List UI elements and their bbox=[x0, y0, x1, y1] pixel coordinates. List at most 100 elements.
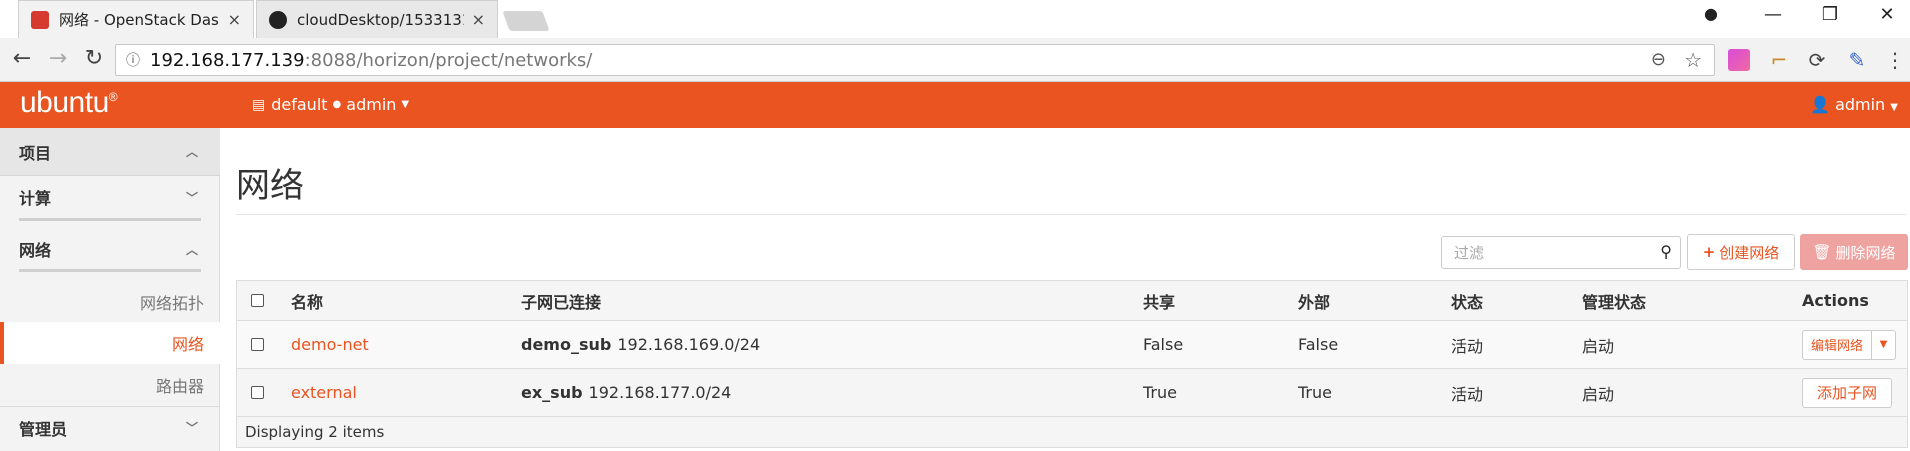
domain-icon: ▤ bbox=[252, 96, 266, 113]
user-menu[interactable]: 👤 admin ▼ bbox=[1810, 95, 1898, 114]
delete-network-button[interactable]: 🗑 删除网络 bbox=[1800, 234, 1908, 270]
zoom-icon[interactable]: ⊖ bbox=[1651, 49, 1666, 70]
create-network-label: 创建网络 bbox=[1719, 243, 1780, 262]
sidebar-divider bbox=[19, 218, 201, 221]
sidebar-item-label: 网络 bbox=[171, 335, 204, 354]
admin-state-value: 启动 bbox=[1582, 336, 1615, 356]
edit-network-button[interactable]: 编辑网络 bbox=[1802, 329, 1872, 360]
openstack-favicon-icon bbox=[31, 10, 49, 29]
url-path: :8088/horizon/project/networks/ bbox=[304, 49, 593, 71]
subnet-cell: ex_sub 192.168.177.0/24 bbox=[521, 369, 731, 416]
info-icon[interactable]: ⓘ bbox=[116, 50, 150, 70]
table-footer: Displaying 2 items bbox=[237, 417, 1907, 447]
url-input[interactable]: ⓘ 192.168.177.139:8088/horizon/project/n… bbox=[115, 44, 1715, 76]
subnet-name: ex_sub bbox=[521, 383, 583, 402]
extension-sync-icon[interactable]: ⟳ bbox=[1806, 49, 1828, 71]
row-checkbox[interactable] bbox=[251, 369, 264, 416]
extension-dropper-icon[interactable]: ✎ bbox=[1846, 49, 1868, 71]
table-header: 名称 子网已连接 共享 外部 状态 管理状态 Actions bbox=[237, 281, 1907, 321]
chevron-up-icon: ︿ bbox=[185, 145, 198, 159]
chevron-down-icon: ﹀ bbox=[185, 421, 198, 435]
sidebar-item-label: 路由器 bbox=[155, 377, 204, 396]
subnet-cell: demo_sub 192.168.169.0/24 bbox=[521, 321, 760, 368]
domain-name: default bbox=[271, 95, 328, 114]
subnet-name: demo_sub bbox=[521, 335, 612, 354]
admin-state-value: 启动 bbox=[1582, 384, 1615, 404]
maximize-button[interactable]: ❐ bbox=[1815, 4, 1845, 25]
back-arrow-icon[interactable]: ← bbox=[8, 47, 36, 71]
network-name-link[interactable]: demo-net bbox=[291, 321, 369, 368]
column-header-name[interactable]: 名称 bbox=[291, 281, 323, 320]
networks-table: 名称 子网已连接 共享 外部 状态 管理状态 Actions demo-net … bbox=[236, 280, 1908, 448]
search-icon[interactable]: ⚲ bbox=[1660, 242, 1672, 261]
sidebar-section-compute[interactable]: 计算 ﹀ bbox=[0, 176, 220, 218]
select-all-checkbox[interactable] bbox=[251, 281, 264, 320]
plus-icon: + bbox=[1702, 243, 1716, 261]
network-name-link[interactable]: external bbox=[291, 369, 357, 416]
table-row: external ex_sub 192.168.177.0/24 True Tr… bbox=[237, 369, 1907, 417]
sidebar-section-network[interactable]: 网络 ︿ bbox=[0, 228, 220, 270]
close-window-button[interactable]: ✕ bbox=[1872, 4, 1902, 25]
chevron-down-icon: ﹀ bbox=[185, 190, 198, 205]
browser-tab-strip: 网络 - OpenStack Dashb × cloudDesktop/1533… bbox=[0, 0, 1910, 38]
close-tab-icon[interactable]: × bbox=[228, 10, 241, 29]
minimize-button[interactable]: — bbox=[1758, 4, 1788, 25]
tab-github[interactable]: cloudDesktop/1533131 × bbox=[256, 0, 498, 38]
extension-tools-icon[interactable]: ⌐ bbox=[1768, 49, 1790, 71]
table-row: demo-net demo_sub 192.168.169.0/24 False… bbox=[237, 321, 1907, 369]
user-name: admin bbox=[1835, 95, 1886, 114]
close-tab-icon[interactable]: × bbox=[472, 10, 485, 29]
column-header-status[interactable]: 状态 bbox=[1451, 281, 1483, 320]
sidebar-item-routers[interactable]: 路由器 bbox=[0, 364, 220, 406]
github-favicon-icon bbox=[269, 10, 287, 29]
caret-down-icon: ▼ bbox=[401, 99, 410, 110]
url-host: 192.168.177.139 bbox=[150, 49, 305, 71]
caret-down-icon: ▼ bbox=[1890, 102, 1898, 113]
column-header-actions: Actions bbox=[1802, 291, 1869, 310]
tab-openstack[interactable]: 网络 - OpenStack Dashb × bbox=[18, 0, 254, 38]
filter-field: ⚲ bbox=[1441, 236, 1681, 269]
sidebar-section-label: 网络 bbox=[19, 241, 52, 260]
sidebar-item-network-topology[interactable]: 网络拓扑 bbox=[0, 282, 220, 322]
status-value: 活动 bbox=[1451, 336, 1484, 356]
sidebar-section-label: 管理员 bbox=[19, 419, 68, 439]
add-subnet-button[interactable]: 添加子网 bbox=[1802, 377, 1892, 408]
external-value: False bbox=[1298, 335, 1339, 354]
column-header-shared[interactable]: 共享 bbox=[1143, 281, 1175, 320]
subnet-cidr: 192.168.177.0/24 bbox=[588, 383, 732, 402]
sidebar-divider bbox=[19, 269, 201, 272]
tab-title: cloudDesktop/1533131 bbox=[297, 10, 464, 29]
ubuntu-logo[interactable]: ubuntu® bbox=[20, 86, 118, 120]
chevron-up-icon: ︿ bbox=[185, 242, 198, 257]
row-actions: 添加子网 bbox=[1802, 369, 1892, 416]
actions-dropdown-caret-icon[interactable]: ▼ bbox=[1872, 329, 1896, 360]
main-content: 网络 ⚲ + 创建网络 🗑 删除网络 名称 子网已连接 共享 外部 状态 管理状… bbox=[236, 128, 1910, 451]
new-tab-button[interactable] bbox=[502, 11, 550, 31]
browser-menu-icon[interactable]: ⋮ bbox=[1884, 49, 1906, 71]
external-value: True bbox=[1298, 383, 1332, 402]
project-selector[interactable]: ▤ default ● admin ▼ bbox=[252, 95, 409, 114]
filter-input[interactable] bbox=[1442, 237, 1642, 268]
column-header-subnets[interactable]: 子网已连接 bbox=[521, 281, 601, 320]
column-header-external[interactable]: 外部 bbox=[1298, 281, 1330, 320]
column-header-admin-state[interactable]: 管理状态 bbox=[1582, 281, 1646, 320]
title-divider bbox=[236, 214, 1906, 215]
profile-icon[interactable]: ● bbox=[1696, 4, 1726, 23]
user-icon: 👤 bbox=[1810, 95, 1830, 114]
dashboard-header: ubuntu® ▤ default ● admin ▼ 👤 admin ▼ bbox=[0, 82, 1910, 128]
row-checkbox[interactable] bbox=[251, 321, 264, 368]
create-network-button[interactable]: + 创建网络 bbox=[1687, 234, 1795, 270]
shared-value: False bbox=[1143, 335, 1184, 354]
reload-icon[interactable]: ↻ bbox=[80, 47, 108, 71]
sidebar-item-networks[interactable]: 网络 bbox=[0, 322, 220, 364]
tab-title: 网络 - OpenStack Dashb bbox=[59, 11, 220, 29]
delete-network-label: 删除网络 bbox=[1835, 243, 1896, 262]
sidebar: 项目 ︿ 计算 ﹀ 网络 ︿ 网络拓扑 网络 路由器 管理员 ﹀ bbox=[0, 128, 220, 451]
forward-arrow-icon[interactable]: → bbox=[44, 47, 72, 71]
separator-dot-icon: ● bbox=[332, 99, 342, 110]
bookmark-star-icon[interactable]: ☆ bbox=[1684, 48, 1702, 72]
sidebar-section-admin[interactable]: 管理员 ﹀ bbox=[0, 406, 220, 448]
sidebar-section-project[interactable]: 项目 ︿ bbox=[0, 128, 220, 176]
row-actions: 编辑网络 ▼ bbox=[1802, 321, 1896, 368]
extension-color-icon[interactable] bbox=[1728, 49, 1750, 71]
